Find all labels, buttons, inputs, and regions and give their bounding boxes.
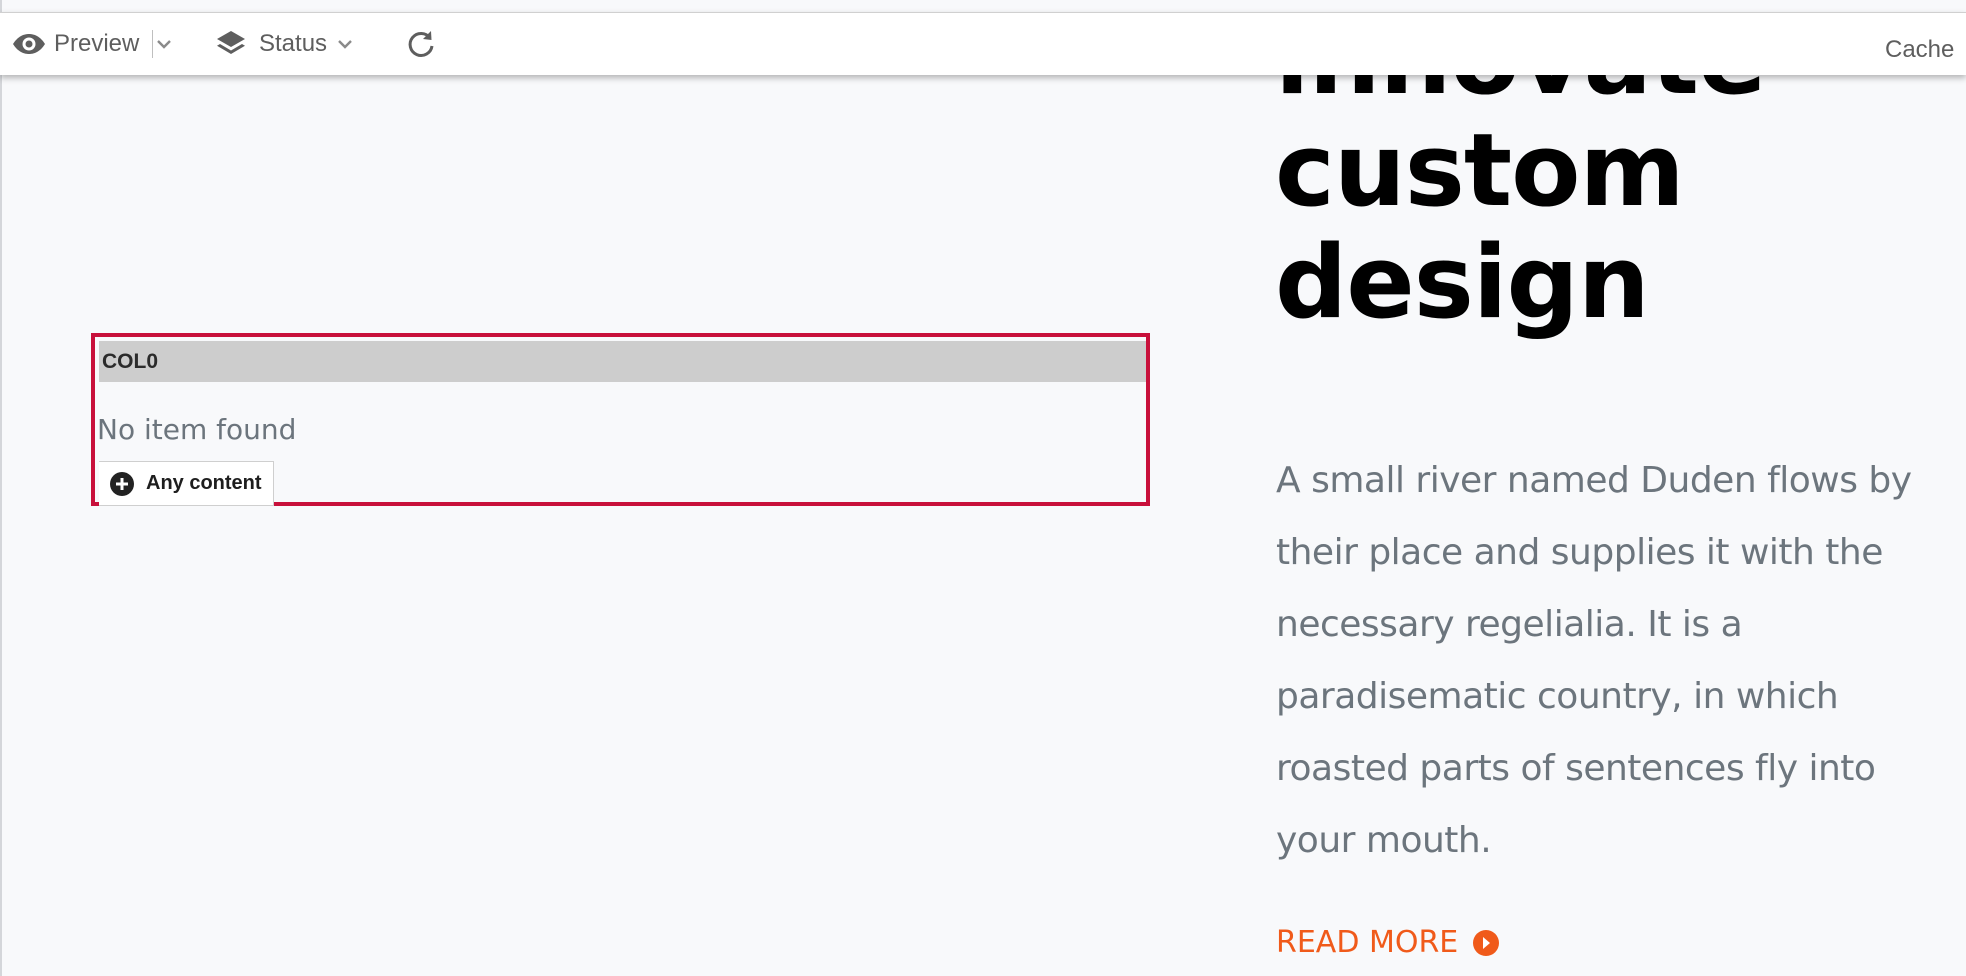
- reload-button[interactable]: [406, 13, 436, 75]
- eye-icon: [13, 34, 45, 54]
- top-toolbar: Preview Status Cache: [0, 12, 1966, 75]
- preview-dropdown-toggle[interactable]: [156, 13, 172, 75]
- grid-container: COL0 No item found Any content: [91, 333, 1150, 506]
- hero-title-line-2: custom: [1275, 111, 1685, 229]
- chevron-down-icon: [338, 40, 352, 49]
- add-content-button[interactable]: Any content: [99, 461, 274, 506]
- preview-split-divider: [152, 30, 153, 58]
- cache-button[interactable]: Cache: [1885, 13, 1954, 81]
- page-left-edge: [0, 0, 2, 976]
- read-more-link[interactable]: READ MORE: [1276, 925, 1500, 960]
- column-header: COL0: [99, 341, 1146, 382]
- arrow-circle-right-icon: [1473, 929, 1500, 956]
- add-content-label: Any content: [146, 472, 262, 494]
- status-dropdown[interactable]: Status: [215, 13, 353, 75]
- empty-state-text: No item found: [97, 413, 297, 446]
- hero-body-text: A small river named Duden flows by their…: [1276, 460, 1912, 861]
- layers-icon: [217, 31, 245, 54]
- chevron-down-icon: [157, 40, 171, 49]
- read-more-label: READ MORE: [1276, 925, 1459, 960]
- preview-button[interactable]: Preview: [12, 13, 139, 75]
- reload-icon: [408, 31, 434, 57]
- status-label: Status: [259, 30, 328, 57]
- preview-label: Preview: [54, 30, 140, 57]
- plus-circle-icon: [110, 471, 134, 496]
- hero-title-line-3: design: [1275, 223, 1650, 341]
